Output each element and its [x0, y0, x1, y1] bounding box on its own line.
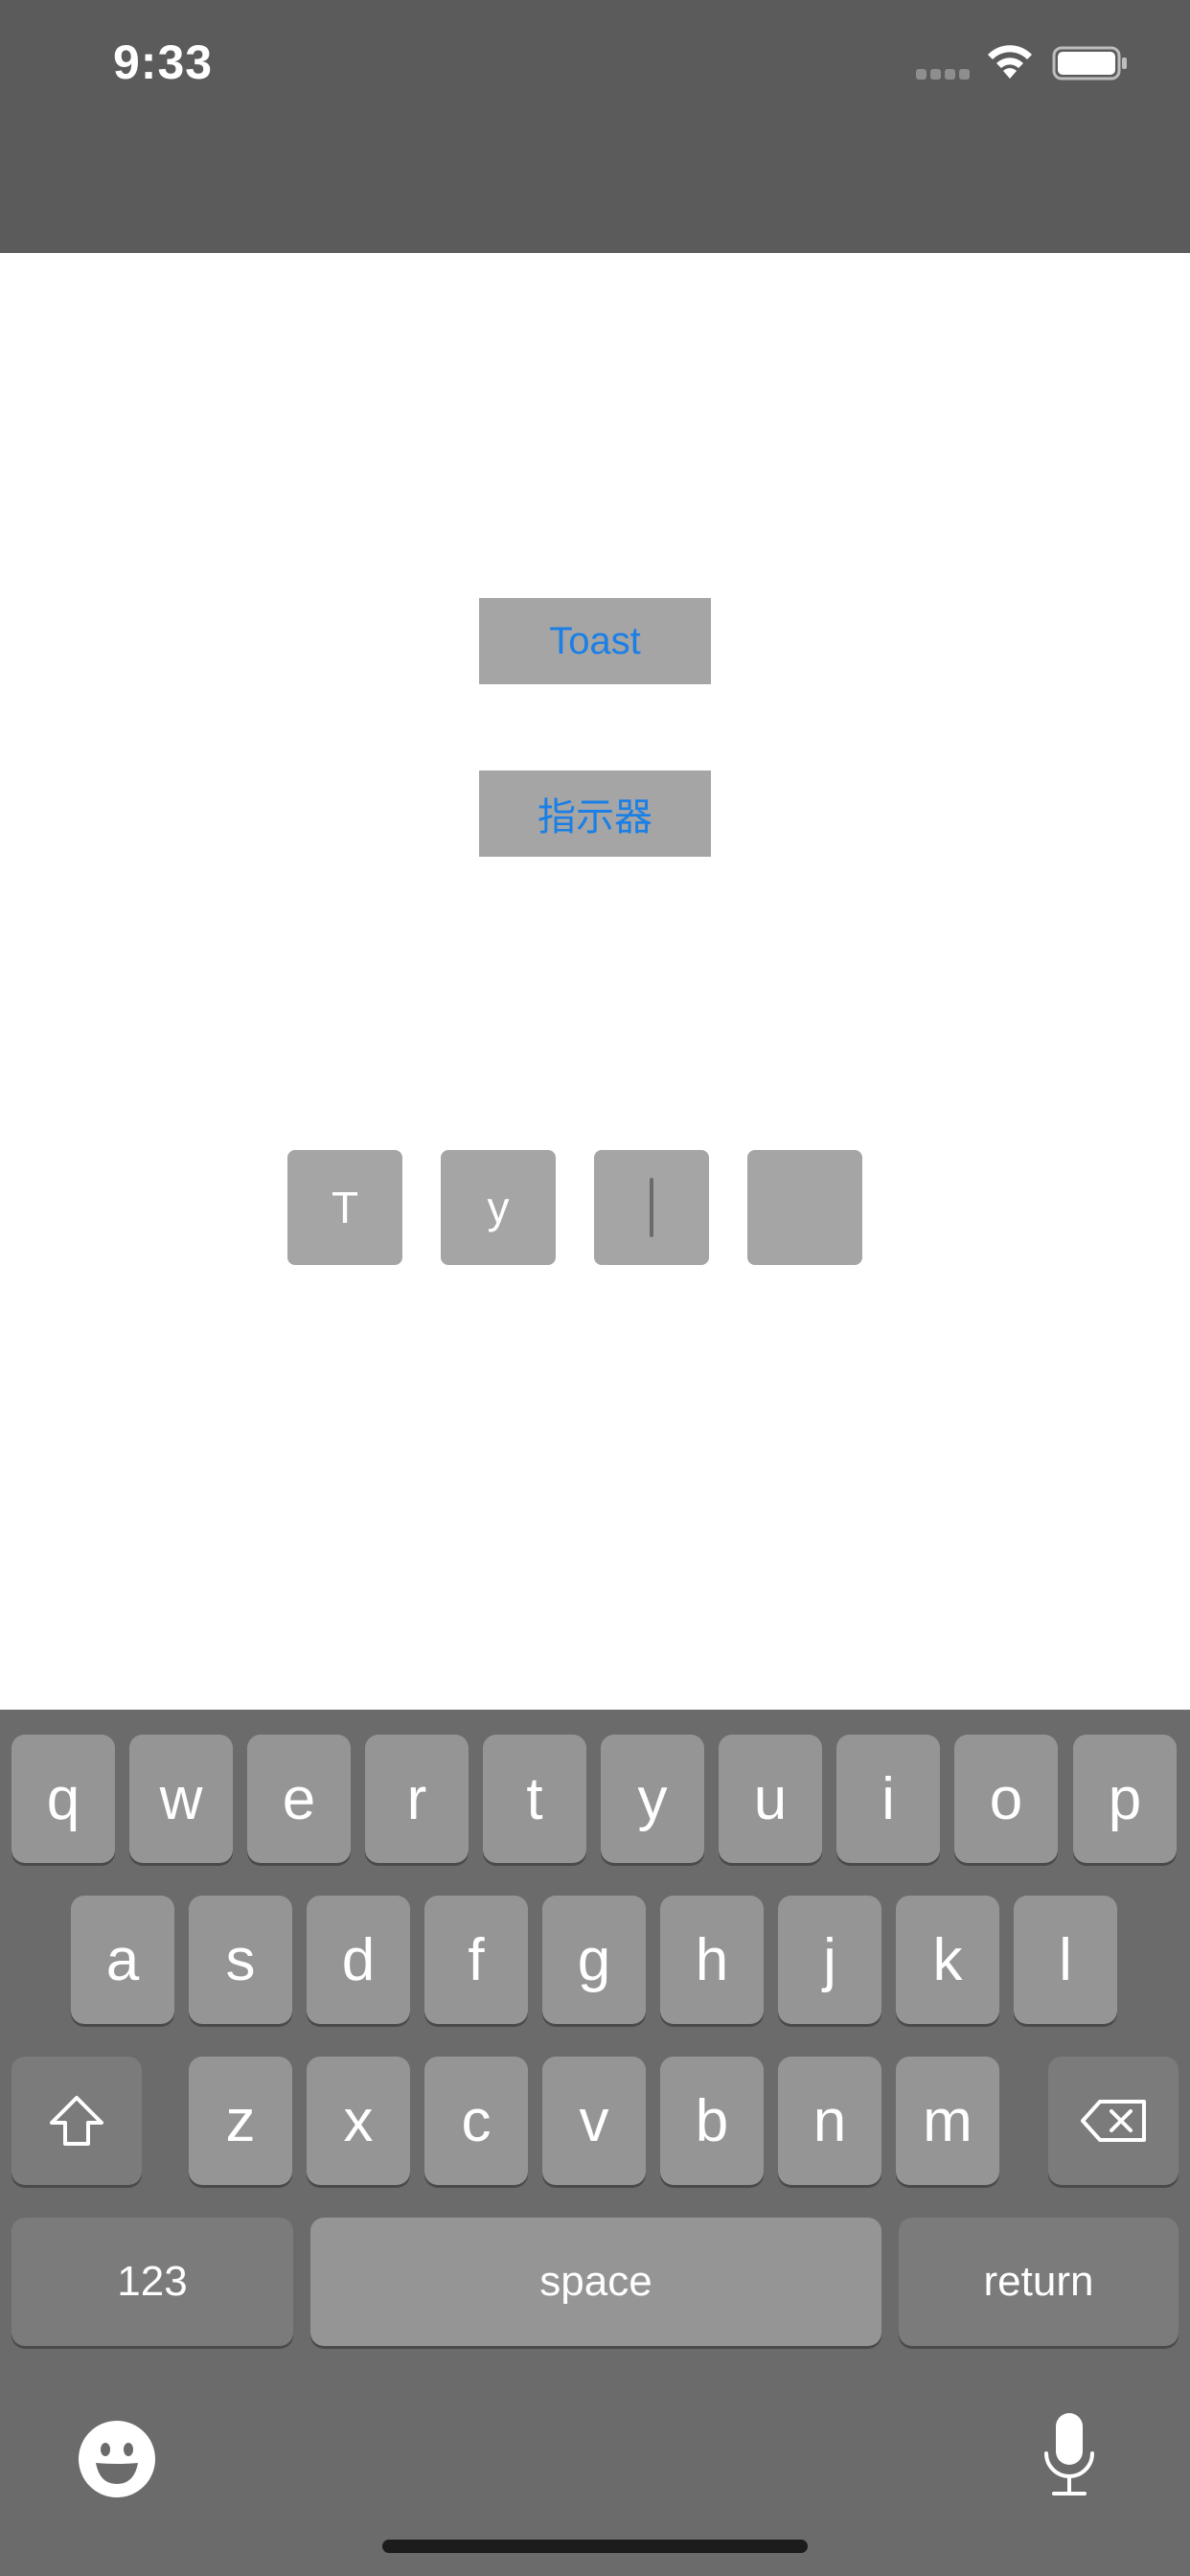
key-v[interactable]: v: [542, 2057, 646, 2185]
key-x[interactable]: x: [307, 2057, 410, 2185]
key-s[interactable]: s: [189, 1896, 292, 2024]
app-screen: 9:33 Toast 指示器 T y q w e r t y u i o p a…: [0, 0, 1190, 2576]
key-r[interactable]: r: [365, 1735, 469, 1863]
key-i[interactable]: i: [836, 1735, 940, 1863]
shift-icon: [50, 2096, 103, 2146]
key-h[interactable]: h: [660, 1896, 764, 2024]
key-g[interactable]: g: [542, 1896, 646, 2024]
key-l[interactable]: l: [1014, 1896, 1117, 2024]
wifi-icon: [988, 45, 1032, 79]
delete-key[interactable]: [1048, 2057, 1179, 2185]
key-u[interactable]: u: [719, 1735, 822, 1863]
status-time: 9:33: [113, 35, 214, 89]
return-key[interactable]: return: [899, 2218, 1179, 2346]
key-b[interactable]: b: [660, 2057, 764, 2185]
status-bar: 9:33: [0, 0, 1190, 253]
key-q[interactable]: q: [11, 1735, 115, 1863]
delete-icon: [1081, 2100, 1146, 2142]
toast-button[interactable]: Toast: [479, 598, 711, 684]
code-input-box-2[interactable]: y: [441, 1150, 556, 1265]
home-indicator: [382, 2540, 808, 2553]
microphone-icon[interactable]: [1041, 2411, 1098, 2499]
key-z[interactable]: z: [189, 2057, 292, 2185]
code-input-box-4[interactable]: [747, 1150, 862, 1265]
key-j[interactable]: j: [778, 1896, 881, 2024]
key-y[interactable]: y: [601, 1735, 704, 1863]
key-e[interactable]: e: [247, 1735, 351, 1863]
code-input-box-1[interactable]: T: [287, 1150, 402, 1265]
space-key[interactable]: space: [310, 2218, 881, 2346]
key-t[interactable]: t: [483, 1735, 586, 1863]
numbers-key[interactable]: 123: [11, 2218, 293, 2346]
code-input-box-3[interactable]: [594, 1150, 709, 1265]
text-caret: [650, 1178, 653, 1237]
emoji-icon[interactable]: [77, 2419, 157, 2499]
key-a[interactable]: a: [71, 1896, 174, 2024]
cellular-signal-icon: [916, 69, 972, 80]
key-f[interactable]: f: [424, 1896, 528, 2024]
key-o[interactable]: o: [954, 1735, 1058, 1863]
key-c[interactable]: c: [424, 2057, 528, 2185]
shift-key[interactable]: [11, 2057, 142, 2185]
key-w[interactable]: w: [129, 1735, 233, 1863]
indicator-button[interactable]: 指示器: [479, 770, 711, 857]
keyboard: q w e r t y u i o p a s d f g h j k l z …: [0, 1710, 1190, 2576]
key-n[interactable]: n: [778, 2057, 881, 2185]
key-p[interactable]: p: [1073, 1735, 1177, 1863]
battery-icon: [1052, 46, 1127, 80]
key-m[interactable]: m: [896, 2057, 999, 2185]
key-d[interactable]: d: [307, 1896, 410, 2024]
key-k[interactable]: k: [896, 1896, 999, 2024]
